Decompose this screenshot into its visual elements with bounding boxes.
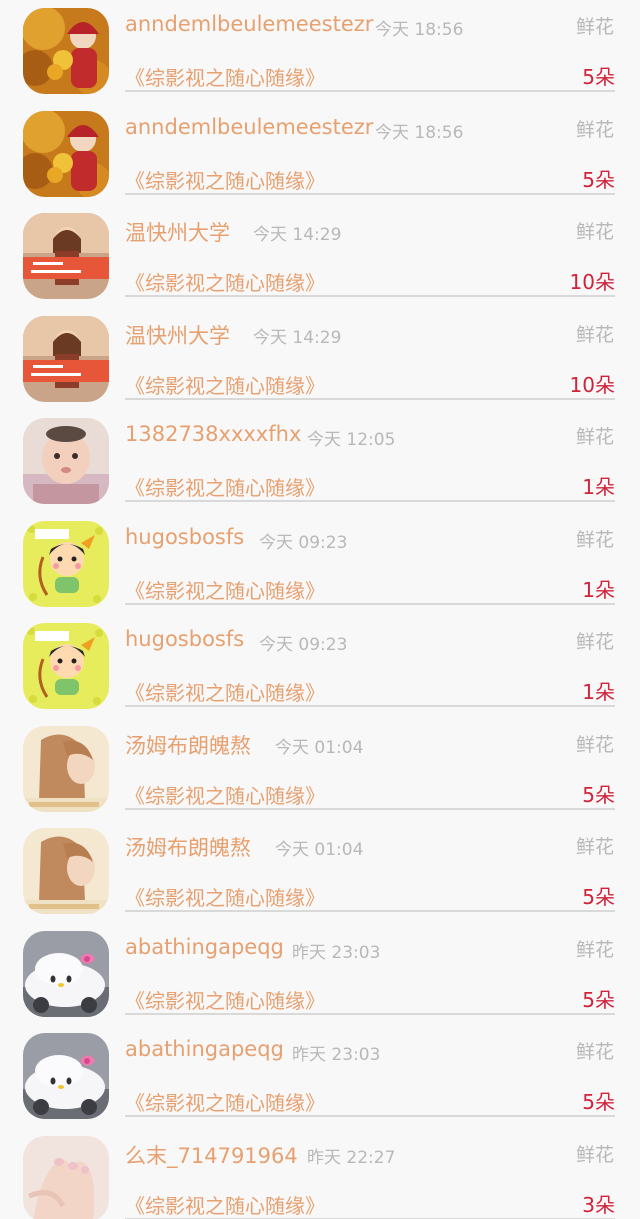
book-title-link[interactable]: 《综影视之随心随缘》 bbox=[125, 370, 325, 399]
hands-avatar[interactable] bbox=[23, 1135, 109, 1219]
gift-type-label: 鲜花 bbox=[575, 323, 614, 346]
list-item[interactable]: 汤姆布朗魄熬 今天 01:04 鲜花《综影视之随心随缘》 5朵 bbox=[0, 820, 640, 923]
user-name[interactable]: anndemlbeulemeestezr bbox=[125, 12, 373, 36]
gift-record-list: anndemlbeulemeestezr 今天 18:56 鲜花 《综影视之随心随缘》… bbox=[0, 0, 640, 1219]
list-item[interactable]: abathingapeqg 昨天 23:03 鲜花《综影视之随心随缘》 5朵 bbox=[0, 1025, 640, 1128]
timestamp: 昨天 22:27 bbox=[307, 1147, 396, 1168]
user-name[interactable]: anndemlbeulemeestezr bbox=[125, 115, 373, 139]
gift-count: 5朵 bbox=[582, 167, 615, 192]
gift-type-label: 鲜花 bbox=[575, 528, 614, 551]
book-title-link[interactable]: 《综影视之随心随缘》 bbox=[125, 985, 325, 1014]
cupid-cartoon-avatar[interactable] bbox=[23, 520, 109, 607]
gift-count: 1朵 bbox=[582, 577, 615, 602]
timestamp: 今天 14:29 bbox=[253, 327, 342, 348]
gift-count: 5朵 bbox=[582, 987, 615, 1012]
timestamp: 今天 01:04 bbox=[275, 840, 364, 860]
row-divider bbox=[125, 705, 615, 707]
timestamp: 今天 18:56 bbox=[375, 20, 464, 40]
list-item[interactable]: 温快州大学 今天 14:29 鲜花《综影视之随心随缘》 10朵 bbox=[0, 205, 640, 308]
gift-count: 10朵 bbox=[569, 372, 615, 397]
user-name[interactable]: 么末_714791964 bbox=[125, 1140, 298, 1170]
timestamp: 今天 01:04 bbox=[275, 737, 364, 758]
autumn-girl-avatar[interactable] bbox=[23, 110, 109, 197]
list-item[interactable]: 1382738xxxxfhx 今天 12:05 鲜花《综影视之随心随缘》 1朵 bbox=[0, 410, 640, 513]
user-name[interactable]: 温快州大学 bbox=[125, 320, 230, 350]
user-name[interactable]: 1382738xxxxfhx bbox=[125, 422, 301, 446]
user-name[interactable]: hugosbosfs bbox=[125, 627, 244, 651]
list-item[interactable]: 温快州大学 今天 14:29 鲜花《综影视之随心随缘》 10朵 bbox=[0, 308, 640, 411]
list-item[interactable]: 么末_714791964 昨天 22:27 鲜花《综影视之随心随缘》 3朵 bbox=[0, 1128, 640, 1219]
book-title-link[interactable]: 《综影视之随心随缘》 bbox=[125, 1087, 325, 1116]
user-name[interactable]: abathingapeqg bbox=[125, 1037, 284, 1061]
gift-type-label: 鲜花 bbox=[575, 631, 614, 653]
user-name[interactable]: abathingapeqg bbox=[125, 935, 284, 959]
gift-count: 5朵 bbox=[582, 885, 615, 909]
autumn-girl-avatar[interactable] bbox=[23, 8, 109, 94]
gift-type-label: 鲜花 bbox=[575, 16, 614, 38]
book-title-link[interactable]: 《综影视之随心随缘》 bbox=[125, 1190, 325, 1219]
gift-count: 5朵 bbox=[582, 782, 615, 807]
gift-type-label: 鲜花 bbox=[575, 733, 614, 756]
timestamp: 今天 12:05 bbox=[307, 430, 396, 450]
row-divider bbox=[125, 500, 615, 502]
gift-count: 5朵 bbox=[582, 65, 615, 89]
row-divider bbox=[125, 1012, 615, 1015]
profile-girl-avatar[interactable] bbox=[23, 725, 109, 812]
timestamp: 昨天 23:03 bbox=[292, 1045, 381, 1065]
book-title-link[interactable]: 《综影视之随心随缘》 bbox=[125, 882, 325, 911]
row-divider bbox=[125, 602, 615, 605]
book-title-link[interactable]: 《综影视之随心随缘》 bbox=[125, 472, 325, 501]
gift-count: 10朵 bbox=[569, 270, 615, 294]
book-title-link[interactable]: 《综影视之随心随缘》 bbox=[125, 267, 325, 296]
baby-avatar[interactable] bbox=[23, 418, 109, 504]
poster-girl-avatar[interactable] bbox=[23, 315, 109, 402]
gift-count: 1朵 bbox=[582, 680, 615, 704]
hello-kitty-car-avatar[interactable] bbox=[23, 1033, 109, 1119]
hello-kitty-car-avatar[interactable] bbox=[23, 930, 109, 1017]
row-divider bbox=[125, 90, 615, 92]
timestamp: 昨天 23:03 bbox=[292, 942, 381, 963]
poster-girl-avatar[interactable] bbox=[23, 213, 109, 299]
list-item[interactable]: abathingapeqg 昨天 23:03 鲜花《综影视之随心随缘》 5朵 bbox=[0, 923, 640, 1026]
user-name[interactable]: 温快州大学 bbox=[125, 217, 230, 247]
book-title-link[interactable]: 《综影视之随心随缘》 bbox=[125, 780, 325, 809]
timestamp: 今天 14:29 bbox=[253, 225, 342, 245]
user-name[interactable]: hugosbosfs bbox=[125, 525, 244, 549]
profile-girl-avatar[interactable] bbox=[23, 828, 109, 914]
timestamp: 今天 09:23 bbox=[259, 635, 348, 655]
list-item[interactable]: hugosbosfs 今天 09:23 鲜花《综影视之随心随缘》 1朵 bbox=[0, 513, 640, 616]
user-name[interactable]: 汤姆布朗魄熬 bbox=[125, 730, 251, 760]
gift-count: 5朵 bbox=[582, 1090, 615, 1114]
row-divider bbox=[125, 910, 615, 912]
row-divider bbox=[125, 192, 615, 195]
gift-count: 3朵 bbox=[582, 1192, 615, 1217]
row-divider bbox=[125, 1115, 615, 1117]
cupid-cartoon-avatar[interactable] bbox=[23, 623, 109, 709]
timestamp: 今天 18:56 bbox=[375, 122, 464, 143]
row-divider bbox=[125, 807, 615, 810]
list-item[interactable]: hugosbosfs 今天 09:23 鲜花《综影视之随心随缘》 1朵 bbox=[0, 615, 640, 718]
user-name[interactable]: 汤姆布朗魄熬 bbox=[125, 832, 251, 862]
gift-count: 1朵 bbox=[582, 475, 615, 499]
gift-type-label: 鲜花 bbox=[575, 1143, 614, 1166]
book-title-link[interactable]: 《综影视之随心随缘》 bbox=[125, 165, 325, 194]
gift-type-label: 鲜花 bbox=[575, 836, 614, 858]
gift-type-label: 鲜花 bbox=[575, 118, 614, 141]
list-item[interactable]: anndemlbeulemeestezr 今天 18:56 鲜花《综影视之随心随缘》… bbox=[0, 0, 640, 103]
row-divider bbox=[125, 295, 615, 297]
book-title-link[interactable]: 《综影视之随心随缘》 bbox=[125, 677, 325, 706]
book-title-link[interactable]: 《综影视之随心随缘》 bbox=[125, 575, 325, 604]
gift-type-label: 鲜花 bbox=[575, 1041, 614, 1063]
gift-type-label: 鲜花 bbox=[575, 426, 614, 448]
list-item[interactable]: anndemlbeulemeestezr 今天 18:56 鲜花《综影视之随心随缘》… bbox=[0, 103, 640, 206]
gift-type-label: 鲜花 bbox=[575, 221, 614, 243]
book-title-link[interactable]: 《综影视之随心随缘》 bbox=[125, 62, 325, 91]
list-item[interactable]: 汤姆布朗魄熬 今天 01:04 鲜花《综影视之随心随缘》 5朵 bbox=[0, 718, 640, 821]
gift-type-label: 鲜花 bbox=[575, 938, 614, 961]
row-divider bbox=[125, 397, 615, 400]
timestamp: 今天 09:23 bbox=[259, 532, 348, 553]
